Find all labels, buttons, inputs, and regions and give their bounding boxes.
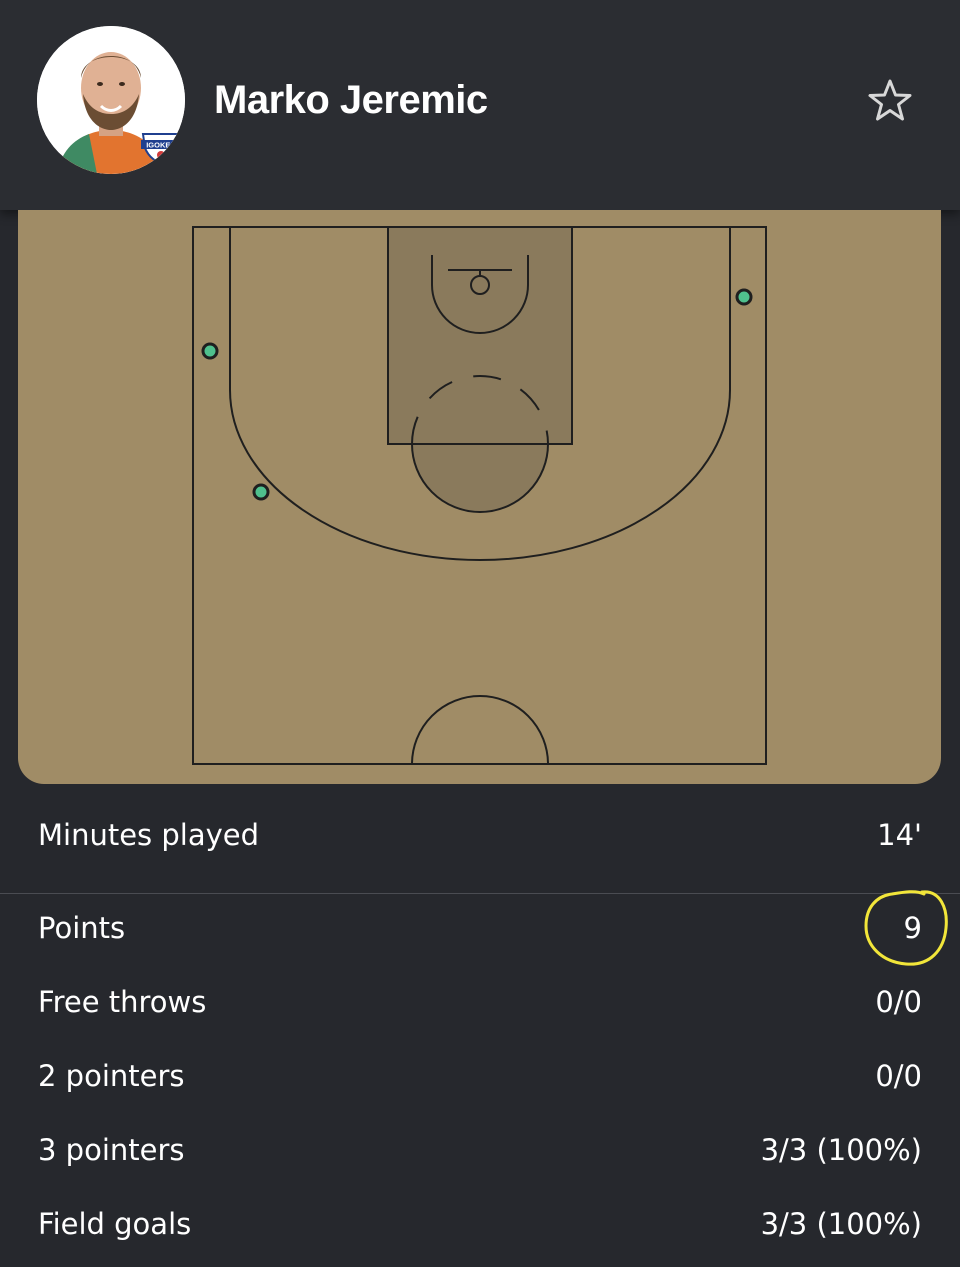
stat-row-3-pointers: 3 pointers 3/3 (100%) <box>0 1123 960 1183</box>
stat-row-minutes: Minutes played 14' <box>0 808 960 868</box>
stat-value: 3/3 (100%) <box>760 1207 922 1241</box>
svg-text:IGOKEA: IGOKEA <box>146 141 176 150</box>
stat-label: 3 pointers <box>38 1133 185 1167</box>
shot-map <box>18 210 941 784</box>
stat-label: Field goals <box>38 1207 192 1241</box>
free-throw-circle-fill <box>412 444 548 512</box>
stat-label: Points <box>38 911 126 945</box>
paint-area <box>388 227 572 444</box>
stat-value: 9 <box>903 911 922 945</box>
stat-label: Free throws <box>38 985 207 1019</box>
player-header: IGOKEA Marko Jeremic <box>0 0 960 210</box>
stat-value: 0/0 <box>875 1059 922 1093</box>
basketball-court <box>192 226 767 765</box>
star-outline-icon[interactable] <box>864 76 916 128</box>
stats-divider <box>0 893 960 894</box>
stat-value: 0/0 <box>875 985 922 1019</box>
stat-value: 3/3 (100%) <box>760 1133 922 1167</box>
stat-value: 14' <box>877 818 922 852</box>
stat-row-field-goals: Field goals 3/3 (100%) <box>0 1197 960 1257</box>
stat-row-free-throws: Free throws 0/0 <box>0 975 960 1035</box>
stat-label: Minutes played <box>38 818 260 852</box>
team-badge-icon: IGOKEA <box>141 133 181 164</box>
stat-row-points: Points 9 <box>0 901 960 961</box>
player-name: Marko Jeremic <box>214 78 488 122</box>
stat-row-2-pointers: 2 pointers 0/0 <box>0 1049 960 1109</box>
made-shot-marker <box>252 483 270 501</box>
stat-label: 2 pointers <box>38 1059 185 1093</box>
made-shot-marker <box>735 288 753 306</box>
center-circle <box>411 695 549 765</box>
player-avatar: IGOKEA <box>37 26 185 174</box>
made-shot-marker <box>201 342 219 360</box>
